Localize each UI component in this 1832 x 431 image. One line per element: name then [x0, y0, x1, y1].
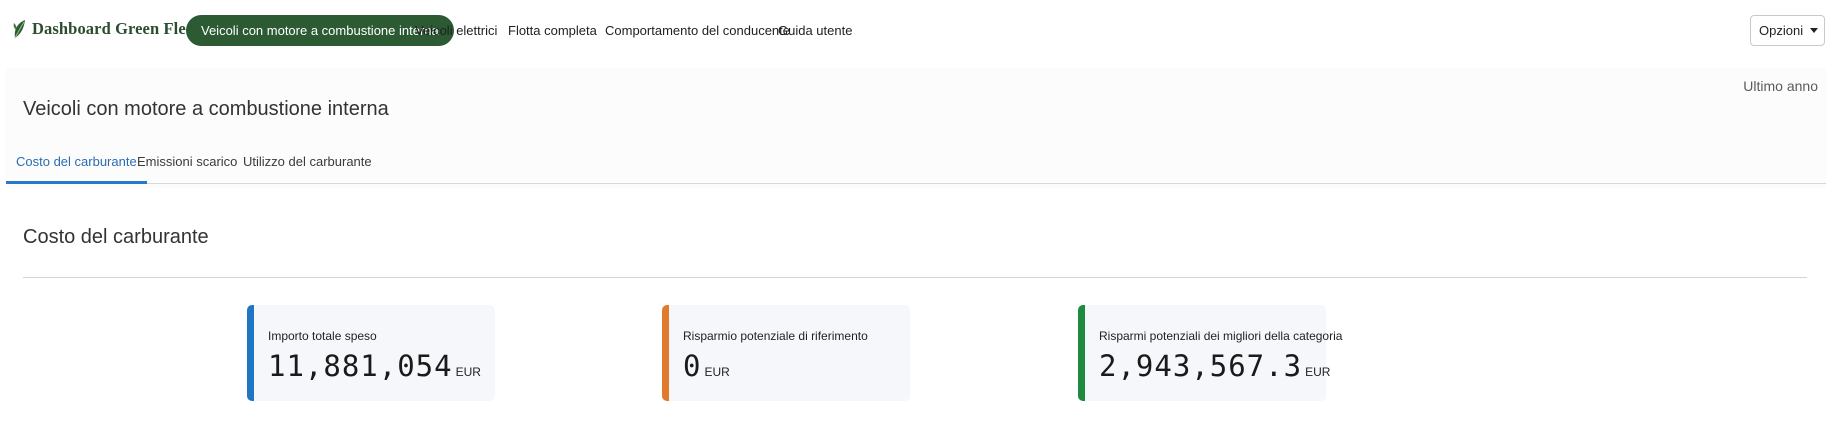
kpi-card-total-spent: Importo totale speso 11,881,054 EUR	[247, 305, 495, 401]
nav-item-guida[interactable]: Guida utente	[778, 15, 852, 46]
period-label: Ultimo anno	[1743, 78, 1818, 94]
kpi-card-reference-savings: Risparmio potenziale di riferimento 0 EUR	[662, 305, 910, 401]
kpi-label: Risparmio potenziale di riferimento	[683, 329, 868, 343]
tab-bar: Costo del carburante Emissioni scarico U…	[6, 148, 1826, 184]
chevron-down-icon	[1810, 28, 1819, 33]
kpi-value: 11,881,054	[268, 349, 453, 383]
page-title: Veicoli con motore a combustione interna	[23, 98, 389, 120]
options-label: Opzioni	[1759, 23, 1804, 38]
kpi-value-row: 2,943,567.3 EUR	[1099, 349, 1330, 383]
section-title: Costo del carburante	[23, 226, 209, 248]
leaf-icon	[13, 20, 25, 39]
nav-item-flotta[interactable]: Flotta completa	[508, 15, 597, 46]
tab-emissioni-scarico[interactable]: Emissioni scarico	[137, 148, 237, 184]
fuel-cost-section: Costo del carburante Importo totale spes…	[6, 188, 1826, 431]
brand-name: Dashboard Green Fleet	[32, 19, 199, 38]
brand[interactable]: Dashboard Green Fleet	[12, 18, 199, 40]
options-dropdown[interactable]: Opzioni	[1750, 15, 1825, 46]
kpi-card-best-in-class-savings: Risparmi potenziali dei migliori della c…	[1078, 305, 1342, 401]
kpi-unit: EUR	[1305, 365, 1331, 379]
kpi-unit: EUR	[455, 365, 481, 379]
kpi-value: 0	[683, 349, 702, 383]
kpi-label: Risparmi potenziali dei migliori della c…	[1099, 329, 1343, 343]
tab-costo-carburante[interactable]: Costo del carburante	[6, 148, 147, 184]
kpi-value-row: 0 EUR	[683, 349, 730, 383]
divider	[23, 277, 1807, 278]
kpi-label: Importo totale speso	[268, 329, 377, 343]
nav-item-combustione[interactable]: Veicoli con motore a combustione interna	[186, 15, 454, 46]
nav-item-elettrici[interactable]: Veicoli elettrici	[415, 15, 497, 46]
kpi-value-row: 11,881,054 EUR	[268, 349, 481, 383]
kpi-value: 2,943,567.3	[1099, 349, 1303, 383]
tab-utilizzo-carburante[interactable]: Utilizzo del carburante	[243, 148, 372, 184]
top-navbar: Dashboard Green Fleet Veicoli con motore…	[0, 0, 1832, 62]
nav-item-comportamento[interactable]: Comportamento del conducente	[605, 15, 790, 46]
page-content: Ultimo anno Veicoli con motore a combust…	[6, 68, 1826, 431]
kpi-unit: EUR	[704, 365, 730, 379]
